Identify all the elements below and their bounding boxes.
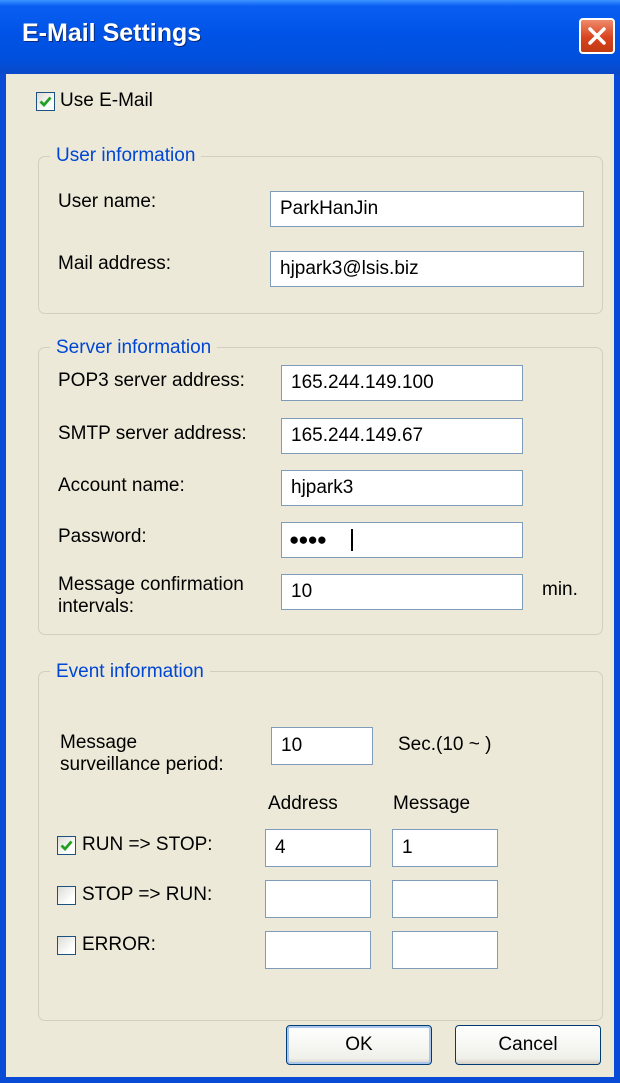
interval-unit-label: min. — [542, 579, 578, 600]
password-mask: ●●●● — [289, 530, 327, 549]
error-message-input[interactable] — [392, 931, 498, 969]
smtp-server-label: SMTP server address: — [58, 423, 247, 444]
event-information-legend: Event information — [50, 660, 210, 684]
error-checkbox[interactable] — [57, 936, 76, 955]
stop-run-address-input[interactable] — [265, 880, 371, 918]
close-icon — [588, 27, 606, 45]
mail-address-input[interactable] — [270, 251, 584, 287]
password-label: Password: — [58, 526, 147, 547]
pop3-server-input[interactable] — [281, 365, 523, 401]
interval-input[interactable] — [281, 574, 523, 610]
use-email-checkbox[interactable] — [36, 92, 55, 111]
password-input[interactable]: ●●●● — [281, 522, 523, 558]
smtp-server-input[interactable] — [281, 418, 523, 454]
interval-label-line2: intervals: — [58, 596, 135, 617]
window-title: E-Mail Settings — [22, 19, 202, 47]
close-button[interactable] — [579, 18, 615, 54]
address-column-header: Address — [268, 793, 338, 814]
user-information-legend: User information — [50, 144, 202, 168]
window-border-left — [0, 74, 6, 1083]
run-stop-checkbox[interactable] — [57, 836, 76, 855]
period-label-line2: surveillance period: — [60, 754, 224, 775]
period-input[interactable] — [271, 727, 373, 765]
server-information-legend: Server information — [50, 336, 218, 360]
pop3-server-label: POP3 server address: — [58, 370, 245, 391]
error-address-input[interactable] — [265, 931, 371, 969]
user-information-group — [38, 156, 603, 314]
checkmark-icon — [39, 96, 52, 108]
run-stop-message-input[interactable] — [392, 829, 498, 867]
stop-run-checkbox[interactable] — [57, 886, 76, 905]
ok-button[interactable]: OK — [286, 1025, 432, 1065]
run-stop-label[interactable]: RUN => STOP: — [82, 833, 213, 857]
use-email-label[interactable]: Use E-Mail — [60, 89, 153, 113]
window-border-right — [614, 74, 620, 1083]
user-name-label: User name: — [58, 191, 157, 212]
period-unit-label: Sec.(10 ~ ) — [398, 734, 492, 755]
cancel-button[interactable]: Cancel — [455, 1025, 601, 1065]
checkmark-icon — [60, 840, 73, 852]
user-name-input[interactable] — [270, 191, 584, 227]
error-label[interactable]: ERROR: — [82, 933, 156, 957]
account-name-input[interactable] — [281, 470, 523, 506]
account-name-label: Account name: — [58, 475, 185, 496]
period-label-line1: Message — [60, 732, 138, 753]
text-cursor — [351, 529, 353, 551]
stop-run-message-input[interactable] — [392, 880, 498, 918]
message-column-header: Message — [393, 793, 471, 814]
run-stop-address-input[interactable] — [265, 829, 371, 867]
stop-run-label[interactable]: STOP => RUN: — [82, 883, 212, 907]
mail-address-label: Mail address: — [58, 253, 171, 274]
window-border-bottom — [0, 1077, 620, 1083]
title-bar[interactable]: E-Mail Settings — [0, 0, 620, 74]
interval-label-line1: Message confirmation — [58, 574, 244, 595]
